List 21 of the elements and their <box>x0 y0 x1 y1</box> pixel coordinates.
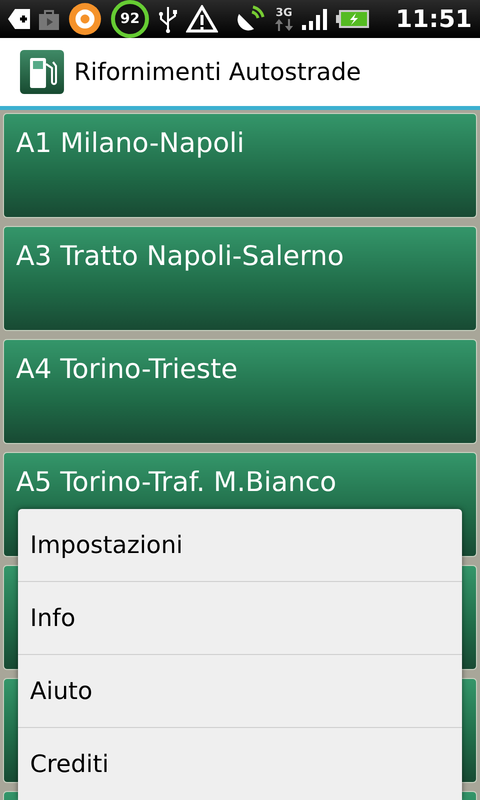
menu-item[interactable]: Impostazioni <box>18 509 462 582</box>
fuel-pump-icon <box>20 50 64 94</box>
store-bag-icon <box>38 8 60 30</box>
network-type: 3G <box>276 7 292 19</box>
battery-charging-icon <box>336 9 370 29</box>
clock: 11:51 <box>396 5 472 33</box>
battery-ring-icon <box>110 0 150 39</box>
back-icon <box>8 9 30 29</box>
menu-item[interactable]: Crediti <box>18 728 462 800</box>
warning-icon <box>186 5 218 33</box>
ring-app-icon <box>68 2 102 36</box>
route-item[interactable]: A3 Tratto Napoli-Salerno <box>3 226 477 331</box>
menu-item[interactable]: Aiuto <box>18 655 462 728</box>
usb-icon <box>158 5 178 33</box>
battery-percent: 92 <box>119 11 141 27</box>
menu-item[interactable]: Info <box>18 582 462 655</box>
route-item[interactable]: A1 Milano-Napoli <box>3 113 477 218</box>
signal-icon <box>302 8 328 30</box>
route-item[interactable]: A4 Torino-Trieste <box>3 339 477 444</box>
data-arrows-icon <box>274 19 294 31</box>
app-title: Rifornimenti Autostrade <box>74 58 362 86</box>
